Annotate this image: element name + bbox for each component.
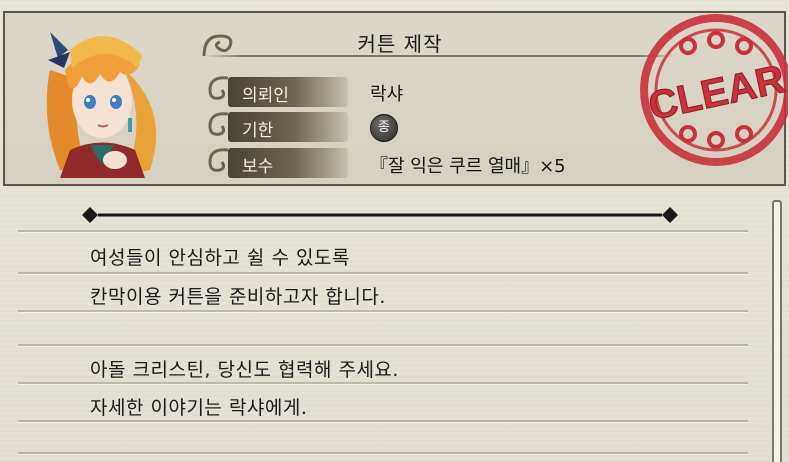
description-line: 칸막이용 커튼을 준비하고자 합니다. bbox=[90, 286, 386, 308]
deadline-grade-badge: 종 bbox=[370, 114, 398, 142]
deadline-label: 기한 bbox=[228, 112, 348, 142]
section-divider bbox=[82, 207, 678, 223]
reward-value: 『잘 익은 쿠르 열매』×5 bbox=[370, 156, 566, 177]
requester-label: 의뢰인 bbox=[228, 77, 348, 107]
description-scrollbar[interactable] bbox=[772, 200, 782, 462]
reward-label: 보수 bbox=[228, 148, 348, 178]
ruled-line bbox=[18, 344, 748, 346]
ruled-line bbox=[18, 230, 748, 232]
ruled-line bbox=[18, 420, 748, 422]
clear-stamp: CLEAR bbox=[640, 14, 788, 166]
description-line: 여성들이 안심하고 쉴 수 있도록 bbox=[90, 247, 350, 269]
requester-value: 락샤 bbox=[370, 84, 404, 105]
ruled-line bbox=[18, 382, 748, 384]
ruled-line bbox=[18, 452, 748, 454]
ruled-line bbox=[18, 272, 748, 274]
requester-portrait bbox=[46, 32, 157, 178]
description-line: 아돌 크리스틴, 당신도 협력해 주세요. bbox=[90, 359, 399, 381]
quest-title: 커튼 제작 bbox=[357, 32, 443, 56]
ruled-line bbox=[18, 310, 748, 312]
description-line: 자세한 이야기는 락샤에게. bbox=[90, 397, 308, 419]
stamp-text: CLEAR bbox=[645, 57, 788, 129]
